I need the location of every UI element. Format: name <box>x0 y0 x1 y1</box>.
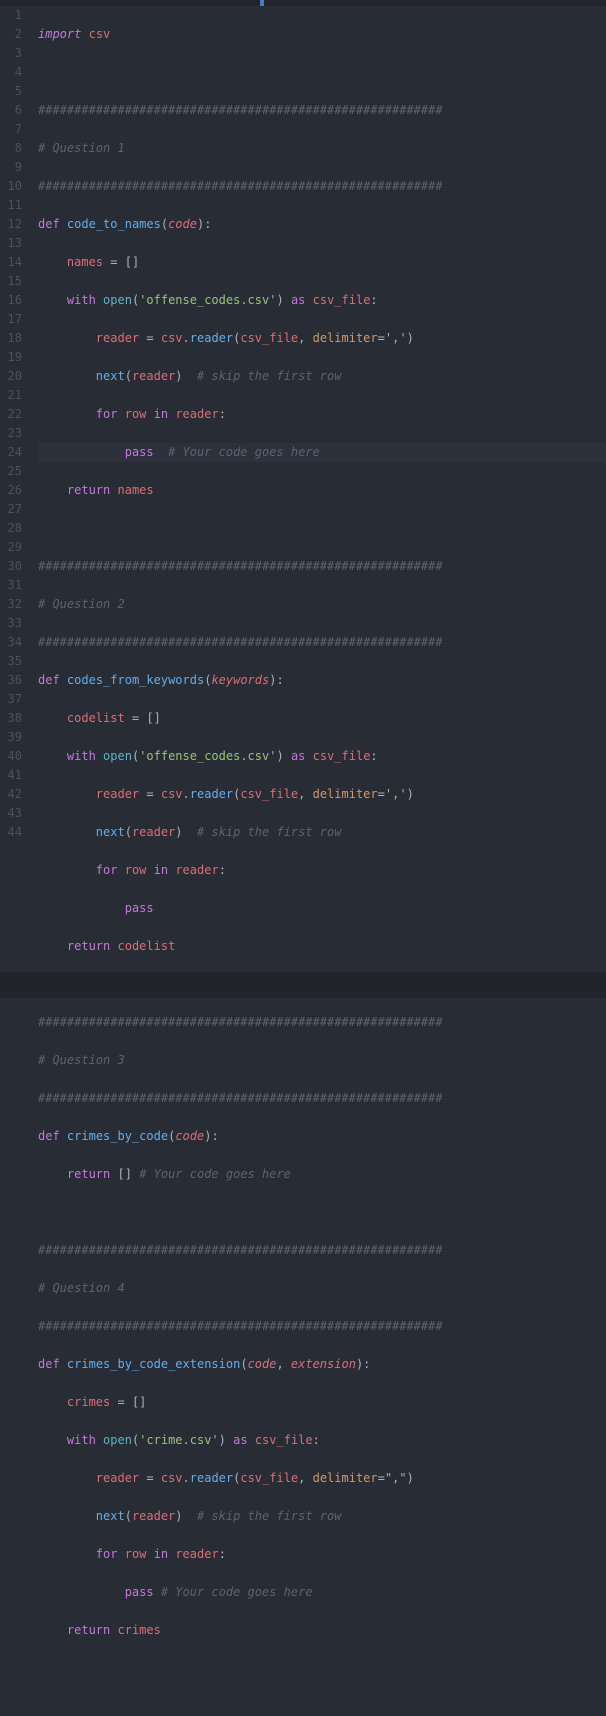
code-line <box>38 1659 606 1678</box>
code-editor[interactable]: 1234567891011121314151617181920212223242… <box>0 6 606 966</box>
code-line: pass <box>38 899 606 918</box>
line-number: 15 <box>0 272 22 291</box>
line-number-gutter: 1234567891011121314151617181920212223242… <box>0 6 30 966</box>
line-number: 6 <box>0 101 22 120</box>
code-line: # Question 2 <box>38 595 606 614</box>
code-line-active: pass # Your code goes here <box>38 443 606 462</box>
code-line: ########################################… <box>38 101 606 120</box>
line-number: 9 <box>0 158 22 177</box>
line-number: 35 <box>0 652 22 671</box>
code-line: ########################################… <box>38 1317 606 1336</box>
code-line: for row in reader: <box>38 1545 606 1564</box>
code-line: for row in reader: <box>38 405 606 424</box>
code-line: ########################################… <box>38 633 606 652</box>
line-number: 27 <box>0 500 22 519</box>
code-line: with open('offense_codes.csv') as csv_fi… <box>38 291 606 310</box>
code-line: ########################################… <box>38 1241 606 1260</box>
line-number: 39 <box>0 728 22 747</box>
code-line: with open('offense_codes.csv') as csv_fi… <box>38 747 606 766</box>
code-line: ########################################… <box>38 1013 606 1032</box>
code-line: crimes = [] <box>38 1393 606 1412</box>
line-number: 28 <box>0 519 22 538</box>
line-number: 36 <box>0 671 22 690</box>
code-line: next(reader) # skip the first row <box>38 823 606 842</box>
line-number: 7 <box>0 120 22 139</box>
code-line: return names <box>38 481 606 500</box>
code-line: # Question 4 <box>38 1279 606 1298</box>
code-line: def codes_from_keywords(keywords): <box>38 671 606 690</box>
code-line: ########################################… <box>38 177 606 196</box>
line-number: 38 <box>0 709 22 728</box>
line-number: 37 <box>0 690 22 709</box>
code-line: reader = csv.reader(csv_file, delimiter=… <box>38 785 606 804</box>
line-number: 22 <box>0 405 22 424</box>
code-line <box>38 63 606 82</box>
line-number: 43 <box>0 804 22 823</box>
code-line <box>38 519 606 538</box>
code-line: return [] # Your code goes here <box>38 1165 606 1184</box>
line-number: 32 <box>0 595 22 614</box>
line-number: 24 <box>0 443 22 462</box>
line-number: 20 <box>0 367 22 386</box>
code-line: # Question 3 <box>38 1051 606 1070</box>
line-number: 23 <box>0 424 22 443</box>
line-number: 44 <box>0 823 22 842</box>
code-line <box>38 1203 606 1222</box>
line-number: 3 <box>0 44 22 63</box>
line-number: 2 <box>0 25 22 44</box>
line-number: 42 <box>0 785 22 804</box>
line-number: 12 <box>0 215 22 234</box>
line-number: 34 <box>0 633 22 652</box>
line-number: 30 <box>0 557 22 576</box>
code-line: names = [] <box>38 253 606 272</box>
code-line: reader = csv.reader(csv_file, delimiter=… <box>38 329 606 348</box>
code-line: ########################################… <box>38 557 606 576</box>
code-line: return crimes <box>38 1621 606 1640</box>
code-line: # Question 1 <box>38 139 606 158</box>
line-number: 4 <box>0 63 22 82</box>
code-line: ########################################… <box>38 1089 606 1108</box>
tab-bar[interactable] <box>0 0 606 6</box>
line-number: 26 <box>0 481 22 500</box>
code-line: next(reader) # skip the first row <box>38 1507 606 1526</box>
line-number: 18 <box>0 329 22 348</box>
line-number: 8 <box>0 139 22 158</box>
code-line: def crimes_by_code(code): <box>38 1127 606 1146</box>
line-number: 33 <box>0 614 22 633</box>
line-number: 10 <box>0 177 22 196</box>
code-line: reader = csv.reader(csv_file, delimiter=… <box>38 1469 606 1488</box>
line-number: 41 <box>0 766 22 785</box>
line-number: 11 <box>0 196 22 215</box>
line-number: 31 <box>0 576 22 595</box>
line-number: 17 <box>0 310 22 329</box>
code-line: pass # Your code goes here <box>38 1583 606 1602</box>
code-area[interactable]: import csv #############################… <box>30 6 606 966</box>
line-number: 25 <box>0 462 22 481</box>
line-number: 14 <box>0 253 22 272</box>
line-number: 16 <box>0 291 22 310</box>
code-line: with open('crime.csv') as csv_file: <box>38 1431 606 1450</box>
line-number: 21 <box>0 386 22 405</box>
code-line: import csv <box>38 25 606 44</box>
line-number: 1 <box>0 6 22 25</box>
code-line: return codelist <box>38 937 606 956</box>
code-line: for row in reader: <box>38 861 606 880</box>
line-number: 5 <box>0 82 22 101</box>
code-line: codelist = [] <box>38 709 606 728</box>
status-bar[interactable] <box>0 972 606 998</box>
line-number: 13 <box>0 234 22 253</box>
code-line: def code_to_names(code): <box>38 215 606 234</box>
code-line: next(reader) # skip the first row <box>38 367 606 386</box>
line-number: 29 <box>0 538 22 557</box>
line-number: 40 <box>0 747 22 766</box>
code-line: def crimes_by_code_extension(code, exten… <box>38 1355 606 1374</box>
line-number: 19 <box>0 348 22 367</box>
